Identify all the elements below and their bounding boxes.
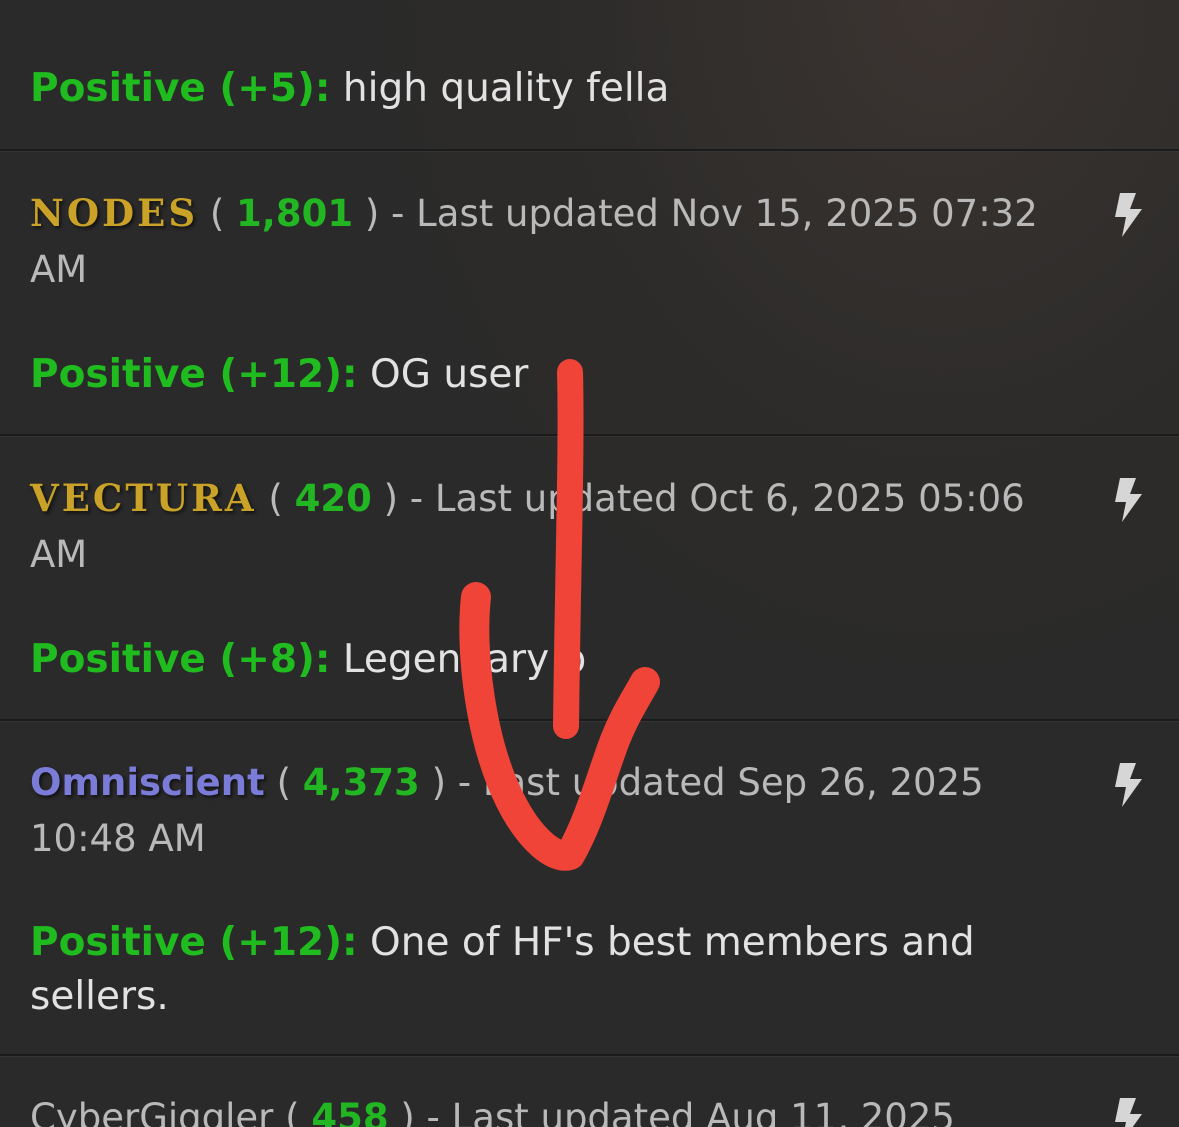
last-updated-prefix: - Last updated [391, 192, 659, 235]
rep-entry: NODES ( 1,801 ) - Last updated Nov 15, 2… [0, 151, 1179, 436]
lightning-bolt-icon[interactable] [1110, 191, 1146, 239]
rating-label: Positive (+8): [30, 637, 331, 682]
rep-comment-line: Positive (+12): OG user [30, 348, 1130, 402]
rep-entry: Omniscient ( 4,373 ) - Last updated Sep … [0, 721, 1179, 1056]
lightning-bolt-icon[interactable] [1110, 761, 1146, 809]
last-updated-prefix: - Last updated [409, 477, 678, 520]
reputation-page: Positive (+5): high quality fella NODES … [0, 0, 1179, 1127]
rep-comment: Legendary b [342, 637, 587, 682]
username-link[interactable]: NODES [30, 191, 198, 235]
rating-label: Positive (+12): [30, 352, 358, 397]
username-link[interactable]: Vectura [30, 476, 257, 520]
rating-label: Positive (+12): [30, 920, 358, 965]
rep-entry: CyberGiggler ( 458 ) - Last updated Aug … [0, 1056, 1179, 1127]
username-link[interactable]: Omniscient [30, 761, 265, 804]
rep-comment-line: Positive (+8): Legendary b [30, 633, 1130, 687]
rating-label: Positive (+5): [30, 66, 331, 111]
user-reputation: 420 [294, 477, 372, 520]
lightning-bolt-icon[interactable] [1110, 1096, 1146, 1127]
rep-entry-header: Vectura ( 420 ) - Last updated Oct 6, 20… [30, 476, 1025, 576]
user-reputation: 4,373 [302, 761, 420, 804]
user-reputation: 458 [311, 1096, 389, 1127]
last-updated-date: Aug 11, 2025 [706, 1096, 955, 1127]
rep-entry: Positive (+5): high quality fella [0, 0, 1179, 151]
rep-entry: Vectura ( 420 ) - Last updated Oct 6, 20… [0, 436, 1179, 721]
rep-entry-header: Omniscient ( 4,373 ) - Last updated Sep … [30, 761, 984, 860]
rep-comment-line: Positive (+12): One of HF's best members… [30, 916, 1090, 1024]
rep-comment-line: Positive (+5): high quality fella [30, 62, 1130, 116]
username-link[interactable]: CyberGiggler [30, 1096, 273, 1127]
last-updated-prefix: - Last updated [426, 1096, 695, 1127]
rep-entry-header: NODES ( 1,801 ) - Last updated Nov 15, 2… [30, 191, 1038, 291]
last-updated-prefix: - Last updated [457, 761, 726, 804]
user-reputation: 1,801 [236, 192, 354, 235]
rep-entry-header: CyberGiggler ( 458 ) - Last updated Aug … [30, 1090, 1090, 1127]
rep-comment: high quality fella [342, 66, 670, 111]
lightning-bolt-icon[interactable] [1110, 476, 1146, 524]
rep-comment: OG user [370, 352, 529, 397]
